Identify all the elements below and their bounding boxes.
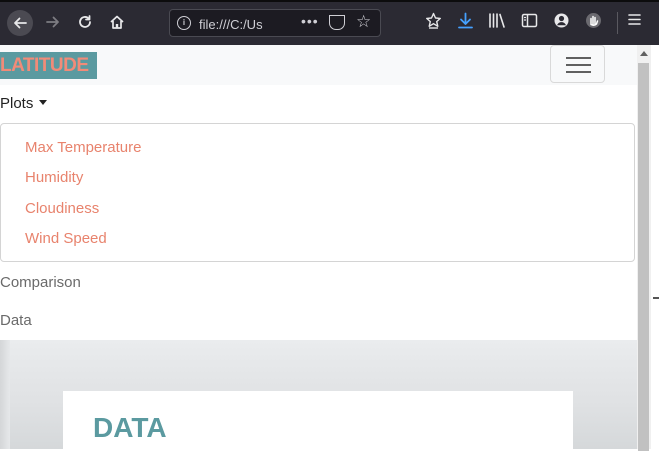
plots-dropdown-toggle[interactable]: Plots (0, 95, 48, 112)
dropdown-item-humidity[interactable]: Humidity (25, 169, 83, 186)
caret-down-icon (39, 100, 48, 105)
site-navbar: LATITUDE (0, 45, 637, 85)
account-icon[interactable] (553, 12, 570, 34)
browser-toolbar: i ••• ☆ (0, 0, 659, 45)
hero-shadow-edge (0, 340, 10, 449)
dropdown-item-max-temperature[interactable]: Max Temperature (25, 139, 141, 156)
hamburger-menu-icon[interactable] (627, 12, 642, 32)
navbar-toggler-button[interactable] (550, 45, 605, 83)
address-bar[interactable]: i ••• ☆ (169, 9, 381, 37)
toolbar-separator (617, 12, 618, 34)
bookmarks-toolbar-star-icon[interactable] (425, 12, 442, 34)
plots-dropdown-menu: Max Temperature Humidity Cloudiness Wind… (0, 123, 635, 262)
plots-dropdown-label: Plots (0, 95, 34, 112)
reload-icon (79, 15, 91, 28)
toggler-bar (566, 57, 591, 59)
vertical-scrollbar[interactable] (637, 45, 651, 451)
forward-button[interactable] (40, 9, 66, 35)
pocket-icon[interactable] (329, 15, 345, 30)
data-heading: DATA (93, 412, 167, 443)
page-actions-menu-button[interactable]: ••• (301, 13, 319, 29)
back-arrow-icon (14, 17, 27, 29)
forward-arrow-icon (46, 16, 59, 28)
reload-button[interactable] (72, 9, 98, 35)
url-field[interactable] (197, 13, 273, 35)
sidebar-icon[interactable] (521, 12, 538, 34)
page-content: LATITUDE Plots Max Temperature Humidity … (0, 45, 637, 449)
window-edge-mark (653, 297, 659, 299)
home-button[interactable] (104, 9, 130, 35)
scrollbar-thumb[interactable] (638, 63, 649, 451)
back-button[interactable] (7, 10, 33, 36)
toggler-bar (566, 71, 591, 73)
dropdown-item-cloudiness[interactable]: Cloudiness (25, 200, 99, 217)
nav-link-comparison[interactable]: Comparison (0, 274, 81, 291)
dropdown-item-wind-speed[interactable]: Wind Speed (25, 230, 107, 247)
hero-banner: DATA (0, 340, 637, 449)
data-card: DATA (63, 391, 573, 449)
scroll-up-arrow-icon[interactable] (640, 51, 648, 56)
site-info-icon[interactable]: i (177, 16, 191, 30)
nav-link-data[interactable]: Data (0, 312, 32, 329)
tab-strip-edge (0, 0, 659, 2)
extension-hand-icon[interactable] (585, 12, 602, 34)
bookmark-star-icon[interactable]: ☆ (356, 12, 371, 32)
library-icon[interactable] (488, 12, 506, 34)
toggler-bar (566, 64, 591, 66)
download-icon[interactable] (457, 12, 474, 34)
home-icon (110, 15, 124, 29)
brand-logo[interactable]: LATITUDE (0, 52, 97, 79)
